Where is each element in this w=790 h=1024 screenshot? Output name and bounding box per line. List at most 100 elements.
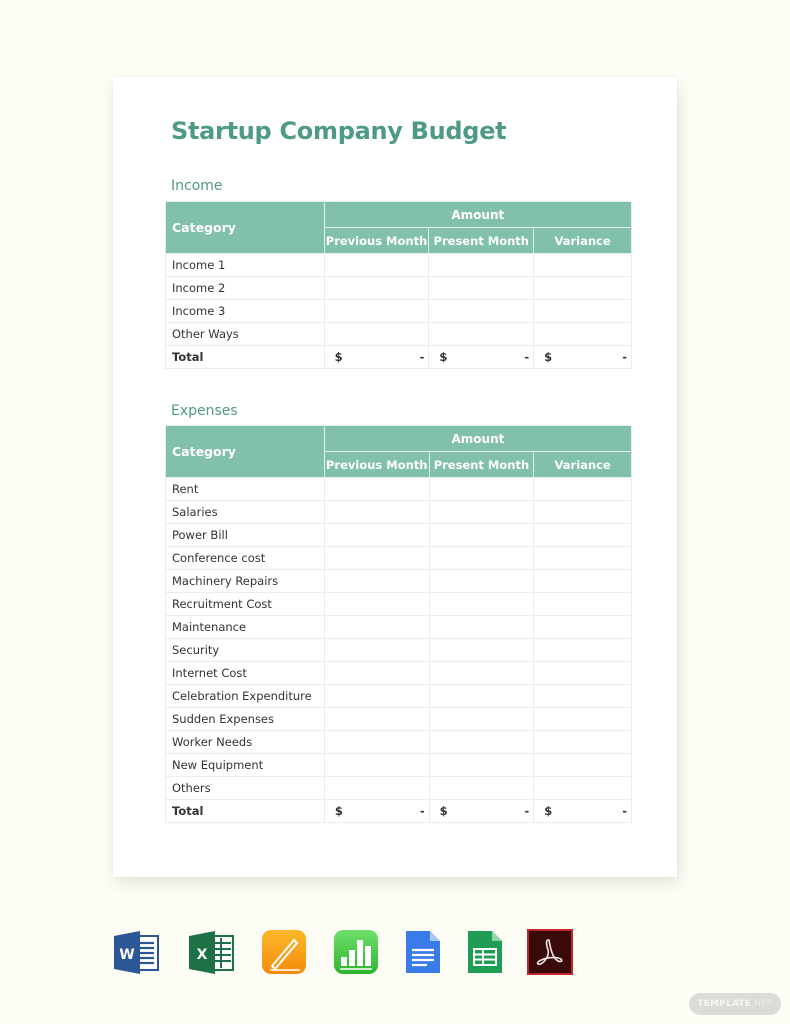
previous-month-cell[interactable] bbox=[323, 776, 430, 800]
previous-month-cell[interactable] bbox=[323, 661, 430, 685]
table-row: Rent bbox=[165, 477, 632, 501]
present-month-cell[interactable] bbox=[428, 477, 535, 501]
table-row: Recruitment Cost bbox=[165, 592, 632, 616]
category-cell: Power Bill bbox=[165, 523, 325, 547]
variance-cell[interactable] bbox=[533, 707, 632, 731]
present-month-cell[interactable] bbox=[428, 684, 535, 708]
numbers-icon[interactable] bbox=[332, 928, 380, 976]
previous-month-header: Previous Month bbox=[323, 451, 430, 478]
present-month-cell[interactable] bbox=[428, 523, 535, 547]
present-month-cell[interactable] bbox=[428, 592, 535, 616]
total-label: Total bbox=[165, 799, 325, 823]
total-label: Total bbox=[165, 345, 325, 369]
total-row: Total $ - $ - $ - bbox=[165, 345, 632, 369]
table-row: Machinery Repairs bbox=[165, 569, 632, 593]
present-month-cell[interactable] bbox=[428, 299, 535, 323]
previous-month-cell[interactable] bbox=[323, 615, 430, 639]
previous-month-cell[interactable] bbox=[323, 569, 430, 593]
present-month-cell[interactable] bbox=[428, 322, 535, 346]
currency-symbol: $ bbox=[439, 804, 448, 818]
google-sheets-icon[interactable] bbox=[463, 928, 511, 976]
category-cell: Recruitment Cost bbox=[165, 592, 325, 616]
excel-icon[interactable]: X bbox=[187, 928, 235, 976]
category-cell: Income 3 bbox=[165, 299, 325, 323]
table-row: Internet Cost bbox=[165, 661, 632, 685]
variance-cell[interactable] bbox=[533, 477, 632, 501]
variance-cell[interactable] bbox=[533, 500, 632, 524]
category-cell: Internet Cost bbox=[165, 661, 325, 685]
previous-month-cell[interactable] bbox=[323, 638, 430, 662]
currency-symbol: $ bbox=[334, 350, 343, 364]
present-month-header: Present Month bbox=[428, 451, 535, 478]
present-month-cell[interactable] bbox=[428, 546, 535, 570]
total-amount: - bbox=[419, 804, 425, 818]
table-row: Other Ways bbox=[165, 322, 632, 346]
currency-symbol: $ bbox=[334, 804, 343, 818]
present-month-cell[interactable] bbox=[428, 276, 535, 300]
income-section-title: Income bbox=[171, 178, 223, 194]
variance-cell[interactable] bbox=[533, 253, 632, 277]
present-month-header: Present Month bbox=[428, 227, 535, 254]
variance-cell[interactable] bbox=[533, 546, 632, 570]
table-row: New Equipment bbox=[165, 753, 632, 777]
document-page: Startup Company Budget Income Category A… bbox=[113, 77, 677, 877]
previous-month-cell[interactable] bbox=[323, 730, 430, 754]
word-icon[interactable]: W bbox=[112, 928, 160, 976]
previous-month-cell[interactable] bbox=[323, 592, 430, 616]
variance-cell[interactable] bbox=[533, 661, 632, 685]
previous-month-cell[interactable] bbox=[323, 253, 430, 277]
amount-header: Amount bbox=[323, 425, 633, 452]
variance-header: Variance bbox=[533, 227, 632, 254]
previous-month-cell[interactable] bbox=[323, 477, 430, 501]
category-cell: Other Ways bbox=[165, 322, 325, 346]
pages-icon[interactable] bbox=[260, 928, 308, 976]
previous-month-cell[interactable] bbox=[323, 523, 430, 547]
previous-month-cell[interactable] bbox=[323, 546, 430, 570]
previous-month-cell[interactable] bbox=[323, 299, 430, 323]
previous-month-cell[interactable] bbox=[323, 322, 430, 346]
present-month-cell[interactable] bbox=[428, 776, 535, 800]
variance-cell[interactable] bbox=[533, 322, 632, 346]
previous-month-cell[interactable] bbox=[323, 707, 430, 731]
table-row: Celebration Expenditure bbox=[165, 684, 632, 708]
variance-cell[interactable] bbox=[533, 276, 632, 300]
category-cell: Security bbox=[165, 638, 325, 662]
pdf-icon[interactable] bbox=[526, 928, 574, 976]
variance-cell[interactable] bbox=[533, 523, 632, 547]
previous-month-cell[interactable] bbox=[323, 276, 430, 300]
variance-cell[interactable] bbox=[533, 684, 632, 708]
table-row: Conference cost bbox=[165, 546, 632, 570]
variance-header: Variance bbox=[533, 451, 632, 478]
svg-text:W: W bbox=[119, 947, 134, 963]
present-month-cell[interactable] bbox=[428, 661, 535, 685]
previous-month-cell[interactable] bbox=[323, 500, 430, 524]
table-row: Income 2 bbox=[165, 276, 632, 300]
currency-symbol: $ bbox=[544, 804, 553, 818]
present-month-cell[interactable] bbox=[428, 615, 535, 639]
variance-cell[interactable] bbox=[533, 592, 632, 616]
present-month-cell[interactable] bbox=[428, 707, 535, 731]
present-month-cell[interactable] bbox=[428, 500, 535, 524]
present-month-cell[interactable] bbox=[428, 638, 535, 662]
category-cell: Rent bbox=[165, 477, 325, 501]
variance-cell[interactable] bbox=[533, 776, 632, 800]
variance-cell[interactable] bbox=[533, 753, 632, 777]
google-docs-icon[interactable] bbox=[400, 928, 448, 976]
previous-month-cell[interactable] bbox=[323, 684, 430, 708]
document-title: Startup Company Budget bbox=[171, 117, 507, 145]
variance-cell[interactable] bbox=[533, 730, 632, 754]
previous-month-cell[interactable] bbox=[323, 753, 430, 777]
previous-month-total: $ - bbox=[323, 799, 430, 823]
variance-cell[interactable] bbox=[533, 569, 632, 593]
table-row: Sudden Expenses bbox=[165, 707, 632, 731]
category-cell: Maintenance bbox=[165, 615, 325, 639]
total-row: Total $ - $ - $ - bbox=[165, 799, 632, 823]
variance-cell[interactable] bbox=[533, 615, 632, 639]
category-cell: Income 1 bbox=[165, 253, 325, 277]
present-month-cell[interactable] bbox=[428, 569, 535, 593]
variance-cell[interactable] bbox=[533, 638, 632, 662]
variance-cell[interactable] bbox=[533, 299, 632, 323]
present-month-cell[interactable] bbox=[428, 253, 535, 277]
present-month-cell[interactable] bbox=[428, 753, 535, 777]
present-month-cell[interactable] bbox=[428, 730, 535, 754]
